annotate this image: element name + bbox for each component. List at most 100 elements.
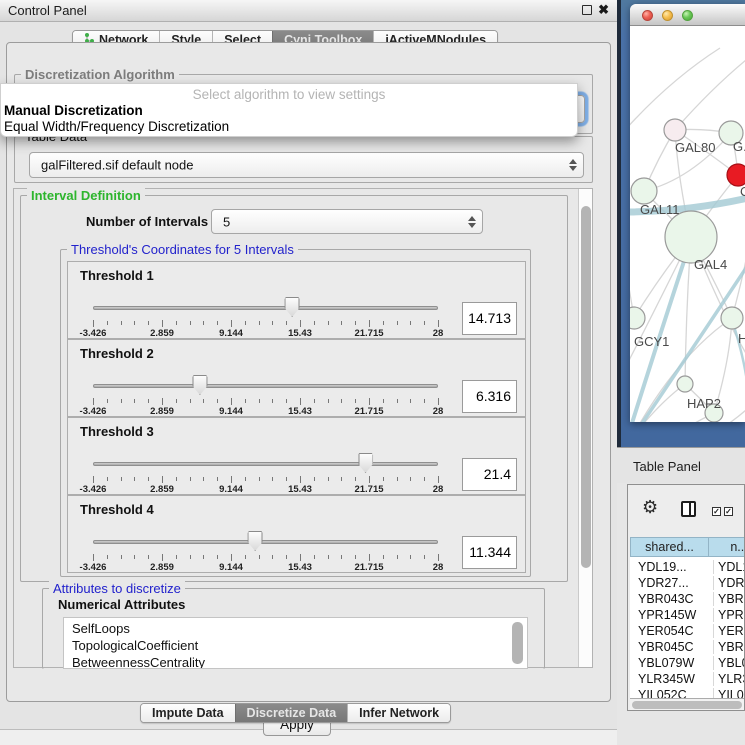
table-panel-titlebar: Table Panel — [617, 447, 745, 483]
network-node[interactable] — [677, 376, 693, 392]
tick-mark — [176, 321, 177, 325]
column-header-shared-name[interactable]: shared... — [630, 537, 709, 557]
control-panel-window: Control Panel ✖ NetworkStyleSelectCyni T… — [0, 0, 617, 745]
tick-mark — [217, 477, 218, 481]
cell-name: YPR1 — [713, 608, 745, 622]
slider-thumb[interactable] — [285, 297, 300, 317]
tick-label: 28 — [433, 562, 444, 573]
table-hscrollbar-thumb[interactable] — [632, 701, 742, 709]
tick-label: 2.859 — [150, 484, 174, 495]
slider-thumb[interactable] — [192, 375, 207, 395]
threshold-slider[interactable]: -3.4262.8599.14415.4321.71528 — [93, 418, 438, 496]
table-row[interactable]: YPR145WYPR1 — [630, 607, 745, 623]
tick-label: -3.426 — [80, 406, 107, 417]
tab-discretize-data[interactable]: Discretize Data — [235, 704, 348, 722]
network-node[interactable] — [630, 307, 645, 329]
table-data-combobox[interactable]: galFiltered.sif default node — [29, 152, 584, 178]
tick-label: 15.43 — [288, 484, 312, 495]
table-row[interactable]: YBR045CYBR0 — [630, 639, 745, 655]
slider-track[interactable] — [93, 306, 438, 310]
list-scrollbar-thumb[interactable] — [512, 622, 523, 664]
tab-label: Discretize Data — [247, 704, 337, 722]
checkbox-icon[interactable]: ✓ — [712, 507, 721, 516]
threshold-value-field[interactable]: 6.316 — [462, 380, 517, 413]
network-node[interactable] — [631, 178, 657, 204]
tick-mark — [355, 477, 356, 481]
tick-mark — [148, 399, 149, 403]
tick-mark — [300, 554, 301, 561]
tick-mark — [397, 555, 398, 559]
control-panel-titlebar: Control Panel ✖ — [0, 0, 617, 22]
network-node-label: GAL4 — [694, 257, 727, 272]
tick-label: 21.715 — [354, 406, 383, 417]
checkbox-icon[interactable]: ✓ — [724, 507, 733, 516]
network-edge — [630, 48, 720, 130]
table-row[interactable]: YER054CYER0 — [630, 623, 745, 639]
tick-mark — [369, 320, 370, 327]
slider-thumb[interactable] — [358, 453, 373, 473]
network-node[interactable] — [665, 211, 717, 263]
minimize-light-icon[interactable] — [662, 10, 673, 21]
tab-impute-data[interactable]: Impute Data — [141, 704, 235, 722]
table-row[interactable]: YBR043CYBR0 — [630, 591, 745, 607]
tick-mark — [217, 321, 218, 325]
network-node-label: GCY1 — [634, 334, 669, 349]
threshold-panel: Threshold 4-3.4262.8599.14415.4321.71528… — [67, 495, 526, 573]
numerical-attributes-list[interactable]: SelfLoops TopologicalCoefficient Betweenne… — [63, 617, 528, 669]
tick-mark — [341, 321, 342, 325]
tick-label: 15.43 — [288, 562, 312, 573]
threshold-slider[interactable]: -3.4262.8599.14415.4321.71528 — [93, 262, 438, 340]
threshold-value-field[interactable]: 14.713 — [462, 302, 517, 335]
network-node-label: H... — [738, 331, 745, 346]
attribute-list-item[interactable]: SelfLoops — [72, 621, 130, 636]
tick-label: 21.715 — [354, 484, 383, 495]
tick-mark — [272, 321, 273, 325]
tick-label: 28 — [433, 484, 444, 495]
close-window-icon[interactable]: ✖ — [598, 2, 609, 18]
gear-icon[interactable]: ⚙ — [642, 497, 658, 518]
number-of-intervals-combobox[interactable]: 5 — [211, 209, 483, 234]
zoom-light-icon[interactable] — [682, 10, 693, 21]
close-light-icon[interactable] — [642, 10, 653, 21]
tick-mark — [203, 399, 204, 403]
tick-mark — [438, 398, 439, 405]
slider-track[interactable] — [93, 462, 438, 466]
group-title: Threshold's Coordinates for 5 Intervals — [67, 242, 298, 257]
threshold-value-field[interactable]: 11.344 — [462, 536, 517, 569]
list-scrollbar[interactable] — [512, 620, 523, 668]
tab-infer-network[interactable]: Infer Network — [347, 704, 450, 722]
network-edge — [675, 60, 745, 130]
network-canvas[interactable]: GAL80G...C...GAL11GAL4GCY1H...HAP2 — [630, 26, 745, 422]
tick-mark — [328, 555, 329, 559]
settings-scrollbar[interactable] — [578, 189, 592, 667]
slider-thumb[interactable] — [248, 531, 263, 551]
table-row[interactable]: YDR27...YDR2 — [630, 575, 745, 591]
tick-label: -3.426 — [80, 562, 107, 573]
float-window-icon[interactable] — [582, 5, 592, 15]
attribute-list-item[interactable]: TopologicalCoefficient — [72, 638, 198, 653]
tick-mark — [259, 399, 260, 403]
slider-track[interactable] — [93, 384, 438, 388]
threshold-value-field[interactable]: 21.4 — [462, 458, 517, 491]
attribute-list-item[interactable]: BetweennessCentrality — [72, 655, 205, 669]
threshold-slider[interactable]: -3.4262.8599.14415.4321.71528 — [93, 496, 438, 574]
table-hscrollbar[interactable] — [630, 698, 745, 710]
dropdown-option[interactable]: Equal Width/Frequency Discretization — [4, 119, 229, 134]
tick-mark — [148, 321, 149, 325]
settings-scrollbar-thumb[interactable] — [581, 206, 591, 568]
slider-track[interactable] — [93, 540, 438, 544]
column-layout-icon[interactable] — [681, 501, 696, 517]
network-node[interactable] — [664, 119, 686, 141]
table-row[interactable]: YLR345WYLR3 — [630, 671, 745, 687]
cell-name: YDL1 — [713, 560, 745, 574]
dropdown-option[interactable]: Manual Discretization — [4, 103, 143, 118]
table-row[interactable]: YDL19...YDL1 — [630, 559, 745, 575]
network-node[interactable] — [727, 164, 745, 186]
network-node[interactable] — [721, 307, 743, 329]
threshold-slider[interactable]: -3.4262.8599.14415.4321.71528 — [93, 340, 438, 418]
column-header-name[interactable]: n... — [708, 537, 745, 557]
cell-shared-name: YDR27... — [638, 576, 689, 590]
table-row[interactable]: YBL079WYBL0 — [630, 655, 745, 671]
tab-label: Impute Data — [152, 704, 224, 722]
tick-mark — [93, 398, 94, 405]
